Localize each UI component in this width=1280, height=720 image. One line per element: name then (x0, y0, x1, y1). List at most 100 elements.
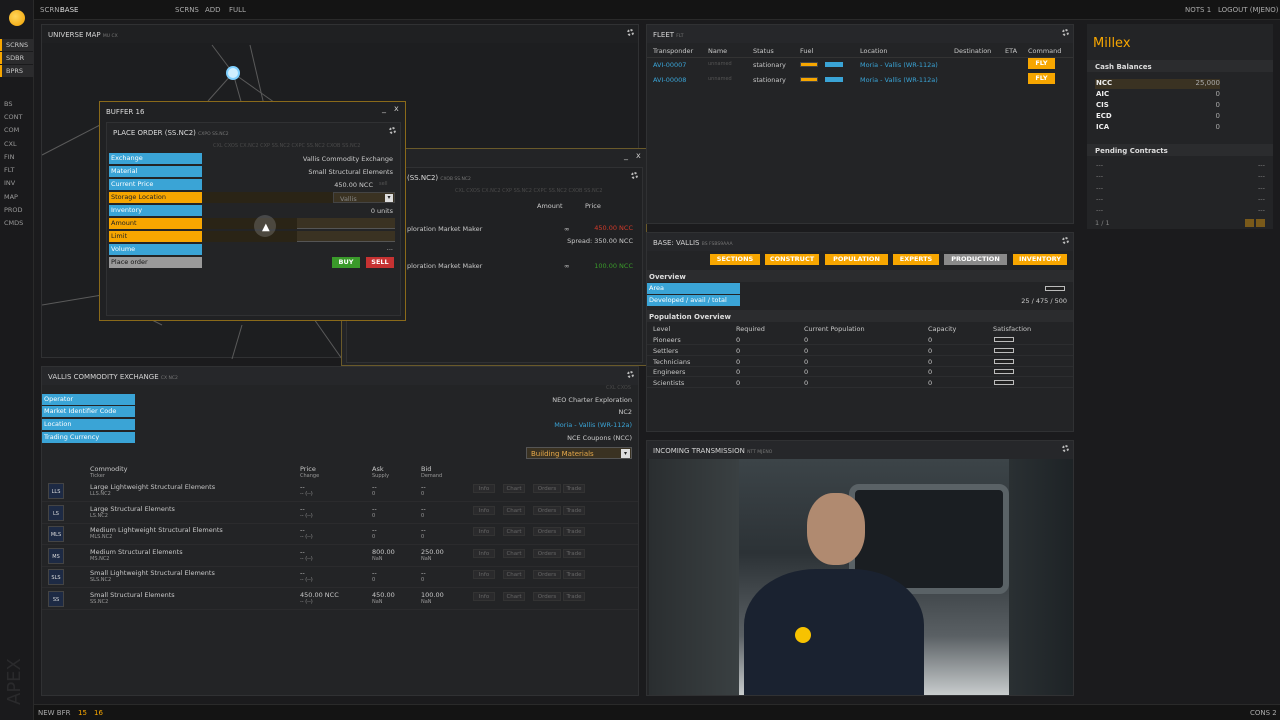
chevron-down-icon[interactable]: ▾ (385, 194, 393, 202)
close-icon[interactable]: x (394, 104, 399, 113)
sidebar-item-scrns[interactable]: SCRNS (0, 39, 34, 51)
pending-contract[interactable]: --- (1096, 195, 1103, 203)
table-row[interactable]: LLS Large Lightweight Structural Elements… (42, 481, 638, 502)
fleet-ship-location[interactable]: Moria - Vallis (WR-112a) (860, 76, 938, 84)
tab-construct[interactable]: CONSTRUCT (765, 254, 819, 265)
sidebar-item-com[interactable]: COM (0, 124, 34, 136)
sidebar-item-cont[interactable]: CONT (0, 111, 34, 123)
gear-icon[interactable] (627, 371, 634, 378)
buffer-15-button[interactable]: 15 (78, 709, 87, 717)
full-button[interactable]: FULL (229, 6, 246, 14)
fly-button[interactable]: FLY (1028, 73, 1055, 84)
storage-location-select[interactable]: Vallis ▾ (333, 192, 395, 203)
gear-icon[interactable] (389, 127, 396, 134)
table-row[interactable]: LS Large Structural Elements LS.NC2 -- -- (-… (42, 503, 638, 524)
logout-button[interactable]: LOGOUT (MJENO) (1218, 6, 1278, 14)
system-node[interactable] (226, 66, 240, 80)
chart-button[interactable]: Chart (503, 570, 525, 579)
amount-input[interactable] (297, 218, 395, 229)
scrns-button[interactable]: SCRNS (175, 6, 199, 14)
sidebar-item-inv[interactable]: INV (0, 177, 34, 189)
pending-contract[interactable]: --- (1096, 184, 1103, 192)
orders-button[interactable]: Orders (533, 548, 561, 558)
console-button[interactable]: CONS 2 (1250, 709, 1277, 717)
trade-button[interactable]: Trade (563, 548, 585, 558)
sidebar-item-cxl[interactable]: CXL (0, 138, 34, 150)
ticker-badge[interactable]: SLS (48, 569, 64, 585)
close-icon[interactable]: x (636, 151, 641, 160)
ask-price[interactable]: 450.00 NCC (577, 224, 633, 232)
chart-button[interactable]: Chart (503, 484, 525, 493)
pending-contract[interactable]: --- (1096, 161, 1103, 169)
orders-button[interactable]: Orders (533, 527, 561, 536)
app-logo-icon[interactable] (9, 10, 25, 26)
ticker-badge[interactable]: MS (48, 547, 64, 564)
ticker-badge[interactable]: LS (48, 504, 64, 521)
info-button[interactable]: Info (473, 591, 495, 601)
gear-icon[interactable] (631, 172, 638, 179)
table-row[interactable]: MLS Medium Lightweight Structural Element… (42, 524, 638, 545)
table-row[interactable]: SS Small Structural Elements SS.NC2 450.00 … (42, 589, 638, 610)
sidebar-item-fin[interactable]: FIN (0, 151, 34, 163)
category-select[interactable]: Building Materials ▾ (526, 447, 632, 459)
info-button[interactable]: Info (473, 570, 495, 579)
chart-button[interactable]: Chart (503, 527, 525, 536)
tab-population[interactable]: POPULATION (825, 254, 888, 265)
buffer-16-button[interactable]: 16 (94, 709, 103, 717)
table-row[interactable]: MS Medium Structural Elements MS.NC2 -- -- (… (42, 546, 638, 567)
tab-inventory[interactable]: INVENTORY (1013, 254, 1067, 265)
location-link[interactable]: Moria - Vallis (WR-112a) (342, 421, 632, 429)
orders-button[interactable]: Orders (533, 484, 561, 493)
buy-button[interactable]: BUY (332, 257, 360, 268)
info-button[interactable]: Info (473, 505, 495, 515)
chevron-down-icon[interactable]: ▾ (621, 449, 630, 458)
tab-experts[interactable]: EXPERTS (893, 254, 939, 265)
ticker-badge[interactable]: MLS (48, 526, 64, 542)
info-button[interactable]: Info (473, 484, 495, 493)
fleet-ship-id[interactable]: AVI-00007 (653, 61, 686, 69)
trade-button[interactable]: Trade (563, 505, 585, 515)
sidebar-item-bs[interactable]: BS (0, 98, 34, 110)
ticker-badge[interactable]: SS (48, 590, 64, 607)
gear-icon[interactable] (1062, 29, 1069, 36)
info-button[interactable]: Info (473, 527, 495, 536)
limit-input[interactable] (297, 231, 395, 242)
fleet-ship-id[interactable]: AVI-00008 (653, 76, 686, 84)
place-order-tabs[interactable]: CXL CXOS CX.NC2 CXP SS.NC2 CXPC SS.NC2 C… (213, 143, 360, 149)
orders-button[interactable]: Orders (533, 591, 561, 601)
orders-button[interactable]: Orders (533, 570, 561, 579)
chart-button[interactable]: Chart (503, 548, 525, 558)
orderbook-tabs[interactable]: CXL CXOS CX.NC2 CXP SS.NC2 CXPC SS.NC2 C… (455, 188, 602, 194)
bid-price[interactable]: 100.00 NCC (577, 262, 633, 270)
prev-page-button[interactable] (1245, 219, 1254, 227)
sell-button[interactable]: SELL (366, 257, 394, 268)
trade-button[interactable]: Trade (563, 527, 585, 536)
gear-icon[interactable] (1062, 237, 1069, 244)
notifications-button[interactable]: NOTS 1 (1185, 6, 1211, 14)
minimize-icon[interactable]: _ (624, 151, 628, 160)
pending-contract[interactable]: --- (1096, 172, 1103, 180)
chart-button[interactable]: Chart (503, 505, 525, 515)
tab-sections[interactable]: SECTIONS (710, 254, 760, 265)
minimize-icon[interactable]: _ (382, 104, 386, 113)
trade-button[interactable]: Trade (563, 570, 585, 579)
sidebar-item-bprs[interactable]: BPRS (0, 65, 34, 77)
info-button[interactable]: Info (473, 548, 495, 558)
fleet-ship-location[interactable]: Moria - Vallis (WR-112a) (860, 61, 938, 69)
next-page-button[interactable] (1256, 219, 1265, 227)
sidebar-item-map[interactable]: MAP (0, 191, 34, 203)
table-row[interactable]: SLS Small Lightweight Structural Elements… (42, 567, 638, 588)
new-buffer-button[interactable]: NEW BFR (38, 709, 71, 717)
orders-button[interactable]: Orders (533, 505, 561, 515)
ticker-badge[interactable]: LLS (48, 483, 64, 499)
gear-icon[interactable] (1062, 445, 1069, 452)
add-button[interactable]: ADD (205, 6, 221, 14)
pending-contract[interactable]: --- (1096, 206, 1103, 214)
sidebar-item-prod[interactable]: PROD (0, 204, 34, 216)
sidebar-item-sdbr[interactable]: SDBR (0, 52, 34, 64)
sidebar-item-cmds[interactable]: CMDS (0, 217, 34, 229)
fly-button[interactable]: FLY (1028, 58, 1055, 69)
exchange-tabs[interactable]: CXL CXOS (606, 385, 631, 391)
trade-button[interactable]: Trade (563, 484, 585, 493)
trade-button[interactable]: Trade (563, 591, 585, 601)
